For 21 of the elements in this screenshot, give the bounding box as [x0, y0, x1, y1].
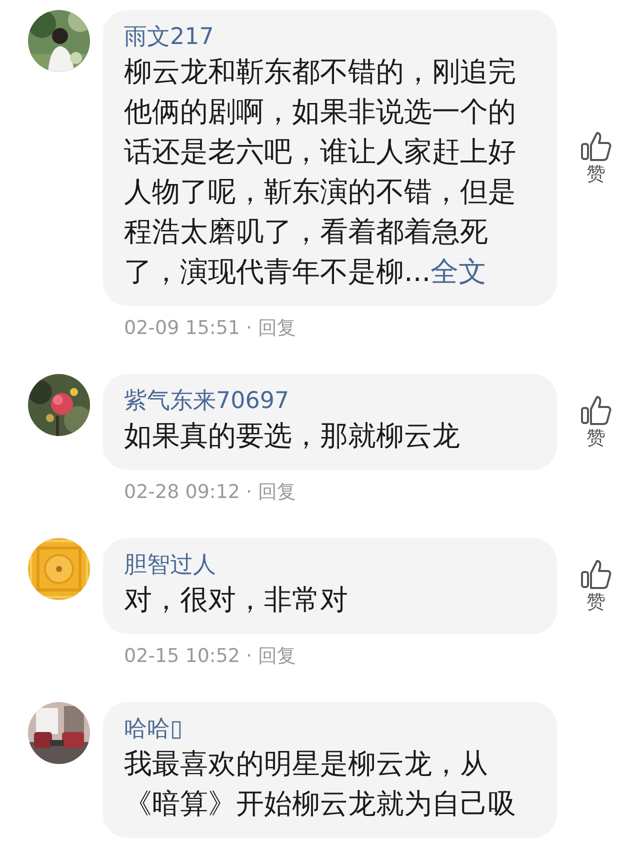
reply-link[interactable]: 回复 — [258, 314, 296, 342]
reply-link[interactable]: 回复 — [258, 642, 296, 670]
username[interactable]: 胆智过人 — [124, 550, 216, 580]
comment-text: 我最喜欢的明星是柳云龙，从《暗算》开始柳云龙就为自己吸 — [124, 746, 517, 822]
reply-link[interactable]: 回复 — [258, 478, 296, 506]
thumbs-up-icon[interactable] — [580, 558, 612, 590]
comment-text: 如果真的要选，那就柳云龙 — [124, 418, 461, 454]
like-label[interactable]: 赞 — [586, 426, 606, 450]
timestamp: 02-15 10:52 · — [124, 644, 252, 669]
timestamp: 02-28 09:12 · — [124, 480, 252, 505]
username[interactable]: 哈哈▯ — [124, 714, 183, 744]
like-label[interactable]: 赞 — [586, 162, 606, 186]
username[interactable]: 雨文217 — [124, 22, 214, 52]
like-label[interactable]: 赞 — [586, 590, 606, 614]
comment-text: 柳云龙和靳东都不错的，刚追完他俩的剧啊，如果非说选一个的话还是老六吧，谁让人家赶上好人物了呢，靳东演的不错，但是程浩太磨叽了，看着都着急死了，演现代青年不是柳...全文 — [124, 54, 517, 290]
comment-text: 对，很对，非常对 — [124, 582, 349, 618]
timestamp: 02-09 15:51 · — [124, 316, 252, 341]
full-text-link[interactable]: 全文 — [430, 255, 487, 288]
thumbs-up-icon[interactable] — [580, 394, 612, 426]
username[interactable]: 紫气东来70697 — [124, 386, 290, 416]
thumbs-up-icon[interactable] — [580, 130, 612, 162]
